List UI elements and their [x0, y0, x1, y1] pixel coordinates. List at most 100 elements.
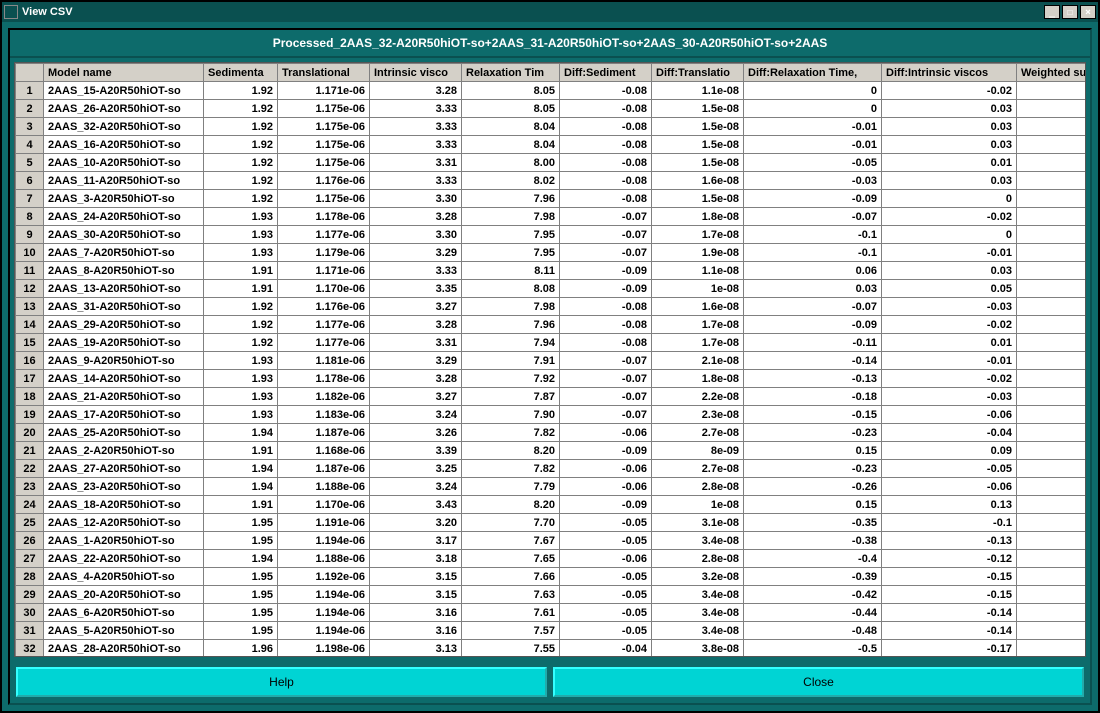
data-cell[interactable]: 1.92 — [204, 118, 278, 136]
data-cell[interactable]: 0 — [882, 226, 1017, 244]
model-cell[interactable]: 2AAS_5-A20R50hiOT-so — [44, 622, 204, 640]
column-header[interactable]: Diff:Relaxation Time, — [744, 64, 882, 82]
data-cell[interactable]: 1.198e-06 — [278, 640, 370, 658]
data-cell[interactable]: -0.14 — [882, 604, 1017, 622]
data-cell[interactable]: 1.5e-08 — [652, 100, 744, 118]
data-cell[interactable]: -0.05 — [560, 568, 652, 586]
data-cell[interactable]: 3.27 — [370, 388, 462, 406]
data-cell[interactable]: 1.94 — [204, 478, 278, 496]
table-row[interactable]: 192AAS_17-A20R50hiOT-so1.931.183e-063.24… — [16, 406, 1087, 424]
model-cell[interactable]: 2AAS_24-A20R50hiOT-so — [44, 208, 204, 226]
data-cell[interactable]: 1.8e-08 — [652, 208, 744, 226]
model-cell[interactable]: 2AAS_26-A20R50hiOT-so — [44, 100, 204, 118]
data-cell[interactable]: 0.09 — [882, 442, 1017, 460]
data-cell[interactable]: 0.13 — [882, 496, 1017, 514]
data-cell[interactable]: -0.06 — [560, 424, 652, 442]
data-cell[interactable]: -0.38 — [744, 532, 882, 550]
row-number[interactable]: 21 — [16, 442, 44, 460]
table-row[interactable]: 12AAS_15-A20R50hiOT-so1.921.171e-063.288… — [16, 82, 1087, 100]
model-cell[interactable]: 2AAS_13-A20R50hiOT-so — [44, 280, 204, 298]
data-cell[interactable]: 0.019 — [1017, 136, 1087, 154]
data-cell[interactable]: 8.04 — [462, 136, 560, 154]
data-cell[interactable]: -0.08 — [560, 298, 652, 316]
data-cell[interactable]: 0.038 — [1017, 352, 1087, 370]
data-cell[interactable]: 1.93 — [204, 388, 278, 406]
data-cell[interactable]: 1.94 — [204, 424, 278, 442]
data-cell[interactable]: -0.08 — [560, 118, 652, 136]
data-cell[interactable]: -0.03 — [882, 298, 1017, 316]
row-number[interactable]: 11 — [16, 262, 44, 280]
table-row[interactable]: 132AAS_31-A20R50hiOT-so1.921.176e-063.27… — [16, 298, 1087, 316]
data-cell[interactable]: -0.04 — [882, 424, 1017, 442]
data-cell[interactable]: 3.15 — [370, 586, 462, 604]
data-cell[interactable]: 1.9e-08 — [652, 244, 744, 262]
data-cell[interactable]: 7.79 — [462, 478, 560, 496]
table-row[interactable]: 232AAS_23-A20R50hiOT-so1.941.188e-063.24… — [16, 478, 1087, 496]
row-number[interactable]: 19 — [16, 406, 44, 424]
data-cell[interactable]: 0.134 — [1017, 586, 1087, 604]
data-cell[interactable]: 0.027 — [1017, 208, 1087, 226]
data-cell[interactable]: 1.91 — [204, 496, 278, 514]
data-cell[interactable]: 3.18 — [370, 550, 462, 568]
data-cell[interactable]: -0.05 — [560, 586, 652, 604]
model-cell[interactable]: 2AAS_4-A20R50hiOT-so — [44, 568, 204, 586]
data-cell[interactable]: 0.033 — [1017, 334, 1087, 352]
data-cell[interactable]: 7.82 — [462, 424, 560, 442]
table-row[interactable]: 122AAS_13-A20R50hiOT-so1.911.170e-063.35… — [16, 280, 1087, 298]
row-number[interactable]: 12 — [16, 280, 44, 298]
data-cell[interactable]: 0.15 — [744, 442, 882, 460]
table-row[interactable]: 212AAS_2-A20R50hiOT-so1.911.168e-063.398… — [16, 442, 1087, 460]
row-number[interactable]: 2 — [16, 100, 44, 118]
model-cell[interactable]: 2AAS_2-A20R50hiOT-so — [44, 442, 204, 460]
data-cell[interactable]: -0.23 — [744, 424, 882, 442]
data-cell[interactable]: -0.08 — [560, 154, 652, 172]
row-number[interactable]: 8 — [16, 208, 44, 226]
table-row[interactable]: 82AAS_24-A20R50hiOT-so1.931.178e-063.287… — [16, 208, 1087, 226]
data-cell[interactable]: 8.00 — [462, 154, 560, 172]
data-cell[interactable]: 1.95 — [204, 514, 278, 532]
data-cell[interactable]: 7.67 — [462, 532, 560, 550]
data-cell[interactable]: 1.188e-06 — [278, 478, 370, 496]
data-cell[interactable]: -0.02 — [882, 82, 1017, 100]
data-cell[interactable]: -0.1 — [882, 514, 1017, 532]
data-cell[interactable]: -0.04 — [560, 640, 652, 658]
data-cell[interactable]: 1.93 — [204, 370, 278, 388]
data-cell[interactable]: 1.1e-08 — [652, 262, 744, 280]
row-number[interactable]: 13 — [16, 298, 44, 316]
data-cell[interactable]: 3.33 — [370, 172, 462, 190]
data-cell[interactable]: 3.16 — [370, 622, 462, 640]
data-cell[interactable]: 1.168e-06 — [278, 442, 370, 460]
column-header[interactable]: Diff:Translatio — [652, 64, 744, 82]
model-cell[interactable]: 2AAS_23-A20R50hiOT-so — [44, 478, 204, 496]
data-cell[interactable]: 1.178e-06 — [278, 370, 370, 388]
data-cell[interactable]: 3.20 — [370, 514, 462, 532]
table-row[interactable]: 32AAS_32-A20R50hiOT-so1.921.175e-063.338… — [16, 118, 1087, 136]
data-cell[interactable]: 0.135 — [1017, 604, 1087, 622]
data-cell[interactable]: 0.03 — [1017, 262, 1087, 280]
data-cell[interactable]: -0.08 — [560, 334, 652, 352]
data-cell[interactable]: -0.15 — [882, 568, 1017, 586]
table-row[interactable]: 182AAS_21-A20R50hiOT-so1.931.182e-063.27… — [16, 388, 1087, 406]
data-cell[interactable]: 1.94 — [204, 460, 278, 478]
data-cell[interactable]: 1.95 — [204, 622, 278, 640]
data-cell[interactable]: 1.175e-06 — [278, 190, 370, 208]
row-number[interactable]: 25 — [16, 514, 44, 532]
data-cell[interactable]: 3.33 — [370, 100, 462, 118]
close-button[interactable]: × — [1080, 5, 1096, 19]
data-cell[interactable]: 1.93 — [204, 226, 278, 244]
data-cell[interactable]: 0.03 — [882, 262, 1017, 280]
data-cell[interactable]: 3.15 — [370, 568, 462, 586]
row-number[interactable]: 4 — [16, 136, 44, 154]
data-cell[interactable]: 1.194e-06 — [278, 604, 370, 622]
data-cell[interactable]: 1.187e-06 — [278, 424, 370, 442]
data-cell[interactable]: 1.93 — [204, 244, 278, 262]
data-cell[interactable]: 3.30 — [370, 226, 462, 244]
data-cell[interactable]: 0.01 — [882, 334, 1017, 352]
data-cell[interactable]: 3.2e-08 — [652, 568, 744, 586]
data-cell[interactable]: 1.5e-08 — [652, 190, 744, 208]
data-cell[interactable]: 8.11 — [462, 262, 560, 280]
row-number[interactable]: 9 — [16, 226, 44, 244]
data-cell[interactable]: 0.064 — [1017, 424, 1087, 442]
data-cell[interactable]: 0.031 — [1017, 298, 1087, 316]
data-cell[interactable]: 0.078 — [1017, 496, 1087, 514]
